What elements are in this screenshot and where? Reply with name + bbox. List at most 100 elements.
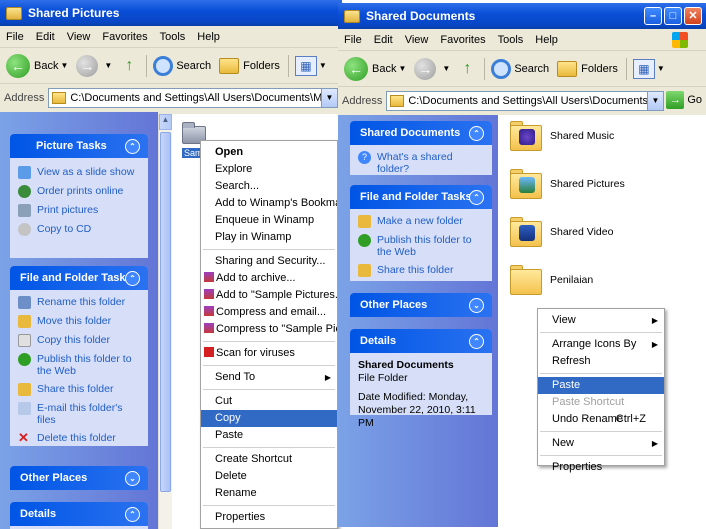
menu-item-add-to-winamp-s-bookmark-list[interactable]: Add to Winamp's Bookmark list — [201, 195, 337, 212]
menu-item-add-to-archive[interactable]: Add to archive... — [201, 270, 337, 287]
menu-file[interactable]: File — [6, 31, 24, 43]
task-share-folder[interactable]: Share this folder — [18, 383, 140, 396]
menu-item-undo-rename[interactable]: Undo Rename Ctrl+Z — [538, 411, 664, 428]
menu-item-properties[interactable]: Properties — [538, 459, 664, 476]
up-button[interactable]: ↑ — [458, 59, 476, 79]
folders-button[interactable]: Folders — [557, 60, 618, 77]
collapse-chevron-icon[interactable]: ⌃ — [469, 334, 484, 349]
back-button[interactable]: ← Back ▼ — [6, 53, 68, 78]
menu-item-explore[interactable]: Explore — [201, 161, 337, 178]
other-places-header[interactable]: Other Places ⌄ — [10, 466, 148, 490]
menu-file[interactable]: File — [344, 34, 362, 46]
menu-view[interactable]: View — [405, 34, 429, 46]
other-places-header[interactable]: Other Places ⌄ — [350, 293, 492, 317]
menu-item-properties[interactable]: Properties — [201, 509, 337, 526]
task-delete-folder[interactable]: ✕ Delete this folder — [18, 431, 140, 445]
menu-item-compress-to-sample-pictures-rar-and-email[interactable]: Compress to "Sample Pictures.rar" and em… — [201, 321, 337, 338]
menu-help[interactable]: Help — [197, 31, 220, 43]
address-dropdown-button[interactable]: ▼ — [321, 89, 337, 107]
menu-item-sharing-and-security[interactable]: Sharing and Security... — [201, 253, 337, 270]
menu-favorites[interactable]: Favorites — [102, 31, 147, 43]
forward-button[interactable]: → ▼ — [414, 57, 450, 80]
task-email-files[interactable]: E-mail this folder's files — [18, 402, 140, 426]
menu-item-scan-for-viruses[interactable]: Scan for viruses — [201, 345, 337, 362]
menu-item-delete[interactable]: Delete — [201, 468, 337, 485]
collapse-chevron-icon[interactable]: ⌃ — [469, 126, 484, 141]
expand-chevron-icon[interactable]: ⌄ — [469, 298, 484, 313]
collapse-chevron-icon[interactable]: ⌃ — [125, 271, 140, 286]
collapse-chevron-icon[interactable]: ⌃ — [125, 139, 140, 154]
scroll-up-button[interactable]: ▲ — [159, 114, 172, 130]
menu-item-cut[interactable]: Cut — [201, 393, 337, 410]
task-pane-scrollbar[interactable]: ▲ — [158, 114, 172, 529]
task-slide-show[interactable]: View as a slide show — [18, 166, 140, 179]
menu-item-view[interactable]: View ▶ — [538, 312, 664, 329]
menu-help[interactable]: Help — [535, 34, 558, 46]
search-button[interactable]: Search — [153, 55, 211, 76]
address-field[interactable]: C:\Documents and Settings\All Users\Docu… — [386, 91, 664, 111]
shared-documents-header[interactable]: Shared Documents ⌃ — [350, 121, 492, 145]
task-share-folder[interactable]: Share this folder — [358, 264, 484, 277]
views-button[interactable]: ▦ ▼ — [632, 58, 665, 79]
menu-item-arrange-icons-by[interactable]: Arrange Icons By ▶ — [538, 336, 664, 353]
menu-favorites[interactable]: Favorites — [440, 34, 485, 46]
scroll-thumb[interactable] — [160, 132, 171, 492]
file-folder-tasks-header[interactable]: File and Folder Tasks ⌃ — [10, 266, 148, 290]
title-bar[interactable]: Shared Pictures — [0, 0, 342, 26]
task-rename-folder[interactable]: Rename this folder — [18, 296, 140, 309]
collapse-chevron-icon[interactable]: ⌃ — [469, 190, 484, 205]
go-button[interactable]: → Go — [666, 91, 702, 109]
help-shared-folder-link[interactable]: ? What's a shared folder? — [358, 151, 484, 175]
views-button[interactable]: ▦ ▼ — [294, 55, 327, 76]
menu-item-copy[interactable]: Copy — [201, 410, 337, 427]
menu-item-paste[interactable]: Paste — [201, 427, 337, 444]
menu-item-refresh[interactable]: Refresh — [538, 353, 664, 370]
folder-penilaian[interactable]: Penilaian — [510, 265, 593, 295]
menu-edit[interactable]: Edit — [36, 31, 55, 43]
folder-shared-pictures[interactable]: Shared Pictures — [510, 169, 625, 199]
menu-item-paste[interactable]: Paste — [538, 377, 664, 394]
menu-item-enqueue-in-winamp[interactable]: Enqueue in Winamp — [201, 212, 337, 229]
task-copy-to-cd[interactable]: Copy to CD — [18, 223, 140, 236]
menu-item-search[interactable]: Search... — [201, 178, 337, 195]
menu-item-compress-and-email[interactable]: Compress and email... — [201, 304, 337, 321]
task-label: Publish this folder to the Web — [37, 353, 132, 377]
search-button[interactable]: Search — [491, 58, 549, 79]
menu-item-rename[interactable]: Rename — [201, 485, 337, 502]
menu-item-add-to-sample-pictures-rar[interactable]: Add to "Sample Pictures.rar" — [201, 287, 337, 304]
expand-chevron-icon[interactable]: ⌄ — [125, 471, 140, 486]
task-move-folder[interactable]: Move this folder — [18, 315, 140, 328]
maximize-button[interactable]: □ — [664, 7, 682, 25]
task-copy-folder[interactable]: Copy this folder — [18, 334, 140, 347]
menu-tools[interactable]: Tools — [498, 34, 524, 46]
task-make-new-folder[interactable]: Make a new folder — [358, 215, 484, 228]
task-publish-web[interactable]: Publish this folder to the Web — [358, 234, 484, 258]
menu-item-play-in-winamp[interactable]: Play in Winamp — [201, 229, 337, 246]
task-order-prints[interactable]: Order prints online — [18, 185, 140, 198]
menu-view[interactable]: View — [67, 31, 91, 43]
close-button[interactable]: ✕ — [684, 7, 702, 25]
address-dropdown-button[interactable]: ▼ — [647, 92, 663, 110]
folder-shared-music[interactable]: Shared Music — [510, 121, 614, 151]
menu-item-create-shortcut[interactable]: Create Shortcut — [201, 451, 337, 468]
folders-button[interactable]: Folders — [219, 57, 280, 74]
details-header[interactable]: Details ⌃ — [350, 329, 492, 353]
file-folder-tasks-header[interactable]: File and Folder Tasks ⌃ — [350, 185, 492, 209]
forward-button[interactable]: → ▼ — [76, 54, 112, 77]
picture-tasks-header[interactable]: Picture Tasks ⌃ — [10, 134, 148, 158]
title-bar[interactable]: Shared Documents – □ ✕ — [338, 3, 706, 29]
menu-item-new[interactable]: New ▶ — [538, 435, 664, 452]
back-button[interactable]: ← Back ▼ — [344, 56, 406, 81]
menu-edit[interactable]: Edit — [374, 34, 393, 46]
address-field[interactable]: C:\Documents and Settings\All Users\Docu… — [48, 88, 338, 108]
folder-shared-video[interactable]: Shared Video — [510, 217, 613, 247]
task-publish-web[interactable]: Publish this folder to the Web — [18, 353, 140, 377]
task-print-pictures[interactable]: Print pictures — [18, 204, 140, 217]
menu-item-open[interactable]: Open — [201, 144, 337, 161]
menu-tools[interactable]: Tools — [160, 31, 186, 43]
up-button[interactable]: ↑ — [120, 56, 138, 76]
collapse-chevron-icon[interactable]: ⌃ — [125, 507, 140, 522]
menu-item-send-to[interactable]: Send To ▶ — [201, 369, 337, 386]
minimize-button[interactable]: – — [644, 7, 662, 25]
details-header[interactable]: Details ⌃ — [10, 502, 148, 526]
